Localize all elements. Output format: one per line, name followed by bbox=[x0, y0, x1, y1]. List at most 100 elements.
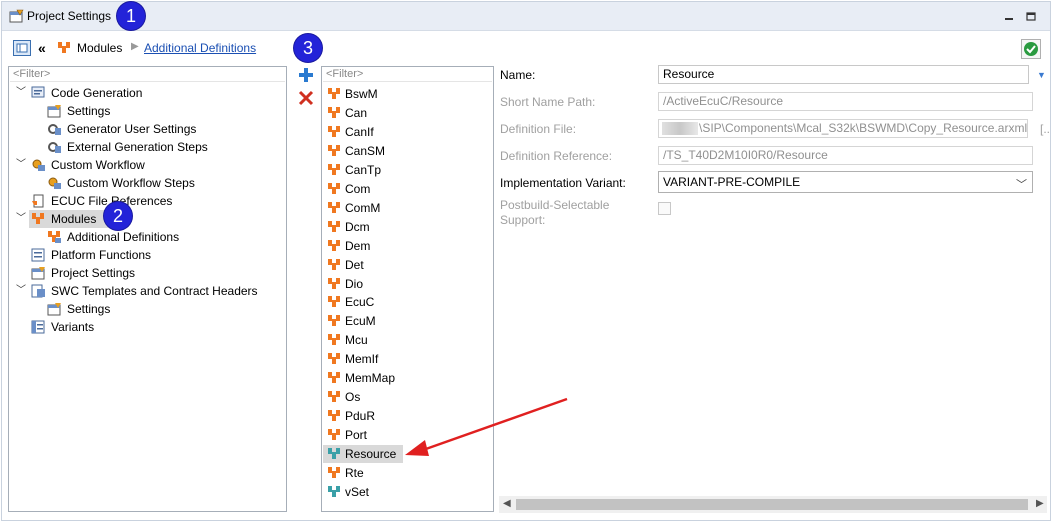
project-settings-icon bbox=[9, 9, 24, 23]
module-item-det[interactable]: Det bbox=[323, 256, 491, 274]
tree-item-ecuc-file-references[interactable]: ECUC File References bbox=[14, 192, 284, 210]
module-icon bbox=[327, 314, 342, 328]
maximize-icon[interactable] bbox=[1026, 10, 1036, 21]
breadcrumb-current-link[interactable]: Additional Definitions bbox=[144, 41, 256, 55]
chevron-down-icon[interactable]: ﹀ bbox=[1016, 176, 1027, 192]
file-references-icon bbox=[31, 194, 46, 208]
module-item-label: Dcm bbox=[345, 219, 370, 234]
tree-item-generator-user-settings[interactable]: Generator User Settings bbox=[14, 120, 284, 138]
view-titlebar bbox=[2, 2, 1050, 31]
scrollbar-thumb[interactable] bbox=[516, 499, 1028, 510]
definition-file-input[interactable]: \SIP\Components\Mcal_S32k\BSWMD\Copy_Res… bbox=[658, 119, 1028, 138]
short-name-path-input[interactable]: /ActiveEcuC/Resource bbox=[658, 92, 1033, 111]
module-item-label: Resource bbox=[345, 447, 397, 462]
tree-filter-divider bbox=[10, 81, 285, 82]
variants-icon bbox=[31, 320, 46, 334]
postbuild-label-line1: Postbuild-Selectable bbox=[500, 198, 610, 212]
module-item-rte[interactable]: Rte bbox=[323, 464, 491, 482]
module-item-vset[interactable]: vSet bbox=[323, 483, 491, 501]
module-icon bbox=[327, 163, 342, 177]
definition-reference-input[interactable]: /TS_T40D2M10I0R0/Resource bbox=[658, 146, 1033, 165]
validate-button[interactable] bbox=[1021, 39, 1041, 59]
module-item-com[interactable]: Com bbox=[323, 180, 491, 198]
definition-file-more[interactable]: [.. bbox=[1040, 122, 1050, 136]
remove-module-button[interactable] bbox=[298, 90, 314, 106]
tree-item-platform-functions[interactable]: Platform Functions bbox=[14, 246, 284, 264]
chevron-down-icon[interactable]: ﹀ bbox=[16, 210, 26, 228]
module-item-mcu[interactable]: Mcu bbox=[323, 331, 491, 349]
tree-item-modules[interactable]: ﹀ Modules bbox=[14, 210, 284, 228]
module-item-label: Det bbox=[345, 257, 364, 272]
module-icon bbox=[327, 87, 342, 101]
tree-item-project-settings[interactable]: Project Settings bbox=[14, 264, 284, 282]
chevron-down-icon[interactable]: ﹀ bbox=[16, 84, 26, 102]
module-item-canif[interactable]: CanIf bbox=[323, 123, 491, 141]
code-generation-icon bbox=[31, 86, 46, 100]
module-item-label: Rte bbox=[345, 466, 364, 480]
chevron-down-icon[interactable]: ﹀ bbox=[16, 282, 26, 300]
module-item-ecuc[interactable]: EcuC bbox=[323, 293, 491, 311]
tree-item-variants[interactable]: Variants bbox=[14, 318, 284, 336]
module-item-bswm[interactable]: BswM bbox=[323, 85, 491, 103]
module-item-cantp[interactable]: CanTp bbox=[323, 161, 491, 179]
module-icon bbox=[327, 277, 342, 291]
generator-icon bbox=[47, 140, 62, 154]
scroll-left-icon[interactable]: ◀ bbox=[503, 498, 511, 509]
module-item-label: Can bbox=[345, 105, 368, 120]
delete-x-icon bbox=[298, 90, 314, 106]
view-title[interactable]: Project Settings bbox=[27, 9, 111, 23]
tree-item-custom-workflow[interactable]: ﹀ Custom Workflow bbox=[14, 156, 284, 174]
postbuild-label-line2: Support: bbox=[500, 213, 546, 227]
swc-templates-icon bbox=[31, 284, 46, 298]
module-item-ecum[interactable]: EcuM bbox=[323, 312, 491, 330]
module-filter-input[interactable]: <Filter> bbox=[326, 68, 363, 80]
implementation-variant-select[interactable]: VARIANT-PRE-COMPILE bbox=[658, 171, 1033, 193]
tree-item-external-generation-steps[interactable]: External Generation Steps bbox=[14, 138, 284, 156]
tree-item-settings[interactable]: Settings bbox=[14, 102, 284, 120]
tree-filter-input[interactable]: <Filter> bbox=[13, 68, 50, 80]
callout-badge-1: 1 bbox=[117, 2, 145, 30]
callout-badge-2: 2 bbox=[104, 202, 132, 230]
add-module-button[interactable] bbox=[298, 67, 314, 83]
implementation-variant-label: Implementation Variant: bbox=[500, 176, 626, 190]
module-item-cansm[interactable]: CanSM bbox=[323, 142, 491, 160]
postbuild-checkbox[interactable] bbox=[658, 202, 671, 215]
module-item-dcm[interactable]: Dcm bbox=[323, 218, 491, 236]
name-input[interactable]: Resource bbox=[658, 65, 1029, 84]
module-filter-divider bbox=[323, 81, 492, 82]
module-item-label: Mcu bbox=[345, 333, 368, 348]
chevron-down-icon[interactable]: ﹀ bbox=[16, 156, 26, 174]
module-icon bbox=[327, 258, 342, 272]
module-item-label: EcuC bbox=[345, 295, 375, 310]
module-icon bbox=[327, 201, 342, 215]
module-item-label: ComM bbox=[345, 200, 381, 215]
project-settings-icon bbox=[31, 266, 46, 280]
module-item-label: vSet bbox=[345, 484, 370, 499]
back-chevron-icon[interactable]: « bbox=[38, 40, 46, 56]
module-teal-icon bbox=[327, 485, 342, 499]
module-icon bbox=[327, 106, 342, 120]
module-item-memmap[interactable]: MemMap bbox=[323, 369, 491, 387]
module-item-dio[interactable]: Dio bbox=[323, 275, 491, 293]
tree-item-additional-definitions[interactable]: Additional Definitions bbox=[14, 228, 284, 246]
module-icon bbox=[327, 352, 342, 366]
name-label: Name: bbox=[500, 68, 536, 82]
minimize-icon[interactable] bbox=[1004, 10, 1014, 20]
toggle-navigation-button[interactable] bbox=[13, 40, 31, 56]
tree-item-custom-workflow-steps[interactable]: Custom Workflow Steps bbox=[14, 174, 284, 192]
module-item-memif[interactable]: MemIf bbox=[323, 350, 491, 368]
module-item-comm[interactable]: ComM bbox=[323, 199, 491, 217]
tree-item-code-generation[interactable]: ﹀ Code Generation bbox=[14, 84, 284, 102]
module-item-label: Dem bbox=[345, 238, 371, 253]
module-item-can[interactable]: Can bbox=[323, 104, 491, 122]
platform-functions-icon bbox=[31, 248, 46, 262]
breadcrumb-root[interactable]: Modules bbox=[77, 41, 122, 55]
module-item-dem[interactable]: Dem bbox=[323, 237, 491, 255]
dropdown-arrow-icon[interactable]: ▼ bbox=[1037, 70, 1046, 80]
tree-item-swc-settings[interactable]: Settings bbox=[14, 300, 284, 318]
module-icon bbox=[327, 144, 342, 158]
module-teal-icon bbox=[327, 447, 342, 461]
module-item-label: EcuM bbox=[345, 314, 376, 329]
scroll-right-icon[interactable]: ▶ bbox=[1036, 498, 1044, 509]
tree-item-swc-templates[interactable]: ﹀ SWC Templates and Contract Headers bbox=[14, 282, 284, 300]
